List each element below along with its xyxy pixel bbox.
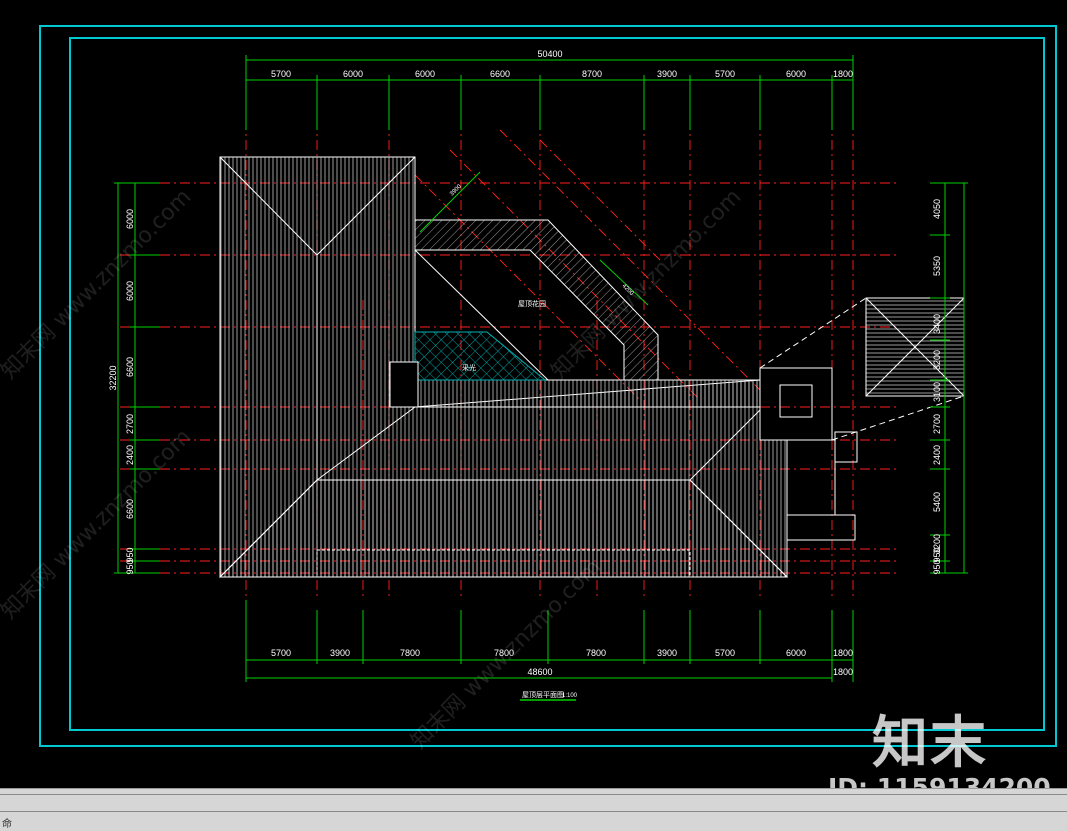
svg-text:2400: 2400 — [125, 445, 135, 465]
skylight-area — [414, 331, 547, 381]
svg-text:7800: 7800 — [400, 648, 420, 658]
svg-text:3200: 3200 — [932, 350, 942, 370]
svg-text:6000: 6000 — [786, 69, 806, 79]
svg-text:知末网 www.znzmo.com: 知末网 www.znzmo.com — [0, 424, 196, 624]
dim-bottom-total: 48600 — [527, 667, 552, 677]
svg-text:6000: 6000 — [125, 281, 135, 301]
svg-text:2400: 2400 — [932, 445, 942, 465]
roof-plan-drawing: 50400 5700 6000 6000 6600 8700 3900 5700… — [0, 25, 1057, 754]
svg-text:5700: 5700 — [271, 69, 291, 79]
watermark-logo: 知末 — [872, 711, 988, 776]
svg-text:6000: 6000 — [786, 648, 806, 658]
cad-viewport[interactable]: 50400 5700 6000 6000 6600 8700 3900 5700… — [0, 0, 1067, 788]
svg-text:6600: 6600 — [125, 357, 135, 377]
svg-text:6000: 6000 — [343, 69, 363, 79]
command-prompt-text: 命 — [2, 819, 12, 830]
svg-text:5700: 5700 — [271, 648, 291, 658]
svg-text:3100: 3100 — [932, 382, 942, 402]
svg-text:1800: 1800 — [833, 648, 853, 658]
statusbar-divider-bottom — [0, 811, 1067, 812]
svg-text:6000: 6000 — [415, 69, 435, 79]
svg-text:3900: 3900 — [657, 648, 677, 658]
room-label-skylight: 采光 — [462, 363, 476, 372]
svg-text:6600: 6600 — [490, 69, 510, 79]
svg-text:1800: 1800 — [833, 69, 853, 79]
svg-text:4050: 4050 — [932, 199, 942, 219]
svg-text:3400: 3400 — [932, 314, 942, 334]
svg-text:2700: 2700 — [125, 414, 135, 434]
svg-text:950: 950 — [125, 559, 135, 574]
svg-text:知末网 www.znzmo.com: 知末网 www.znzmo.com — [407, 554, 607, 754]
svg-text:5400: 5400 — [932, 492, 942, 512]
command-statusbar[interactable]: 命 — [0, 788, 1067, 831]
drawing-scale: 1:100 — [562, 693, 578, 699]
svg-text:3900: 3900 — [657, 69, 677, 79]
svg-text:3900: 3900 — [330, 648, 350, 658]
svg-text:8700: 8700 — [582, 69, 602, 79]
drawing-title: 屋顶层平面图 — [522, 691, 564, 699]
svg-text:5700: 5700 — [715, 648, 735, 658]
svg-text:知末网 www.znzmo.com: 知末网 www.znzmo.com — [0, 184, 196, 384]
svg-text:5350: 5350 — [932, 256, 942, 276]
dim-bottom-extra: 1800 — [833, 667, 853, 677]
svg-text:950: 950 — [932, 559, 942, 574]
svg-text:7800: 7800 — [586, 648, 606, 658]
svg-text:6000: 6000 — [125, 209, 135, 229]
statusbar-divider-top — [0, 794, 1067, 795]
dim-top-row: 5700 6000 6000 6600 8700 3900 5700 6000 … — [271, 69, 853, 79]
dim-bottom-row: 5700 3900 7800 7800 7800 3900 5700 6000 … — [271, 648, 853, 658]
chimney-box — [389, 361, 419, 408]
watermark-id: ID: 1159134200 — [828, 773, 1051, 788]
dim-right-col: 4050 5350 3400 3200 3100 2700 2400 5400 … — [932, 199, 942, 575]
svg-text:2700: 2700 — [932, 414, 942, 434]
dim-left-total: 32200 — [108, 365, 118, 390]
dim-top-total: 50400 — [537, 49, 562, 59]
svg-text:5700: 5700 — [715, 69, 735, 79]
room-label-garden: 屋顶花园 — [518, 299, 546, 308]
